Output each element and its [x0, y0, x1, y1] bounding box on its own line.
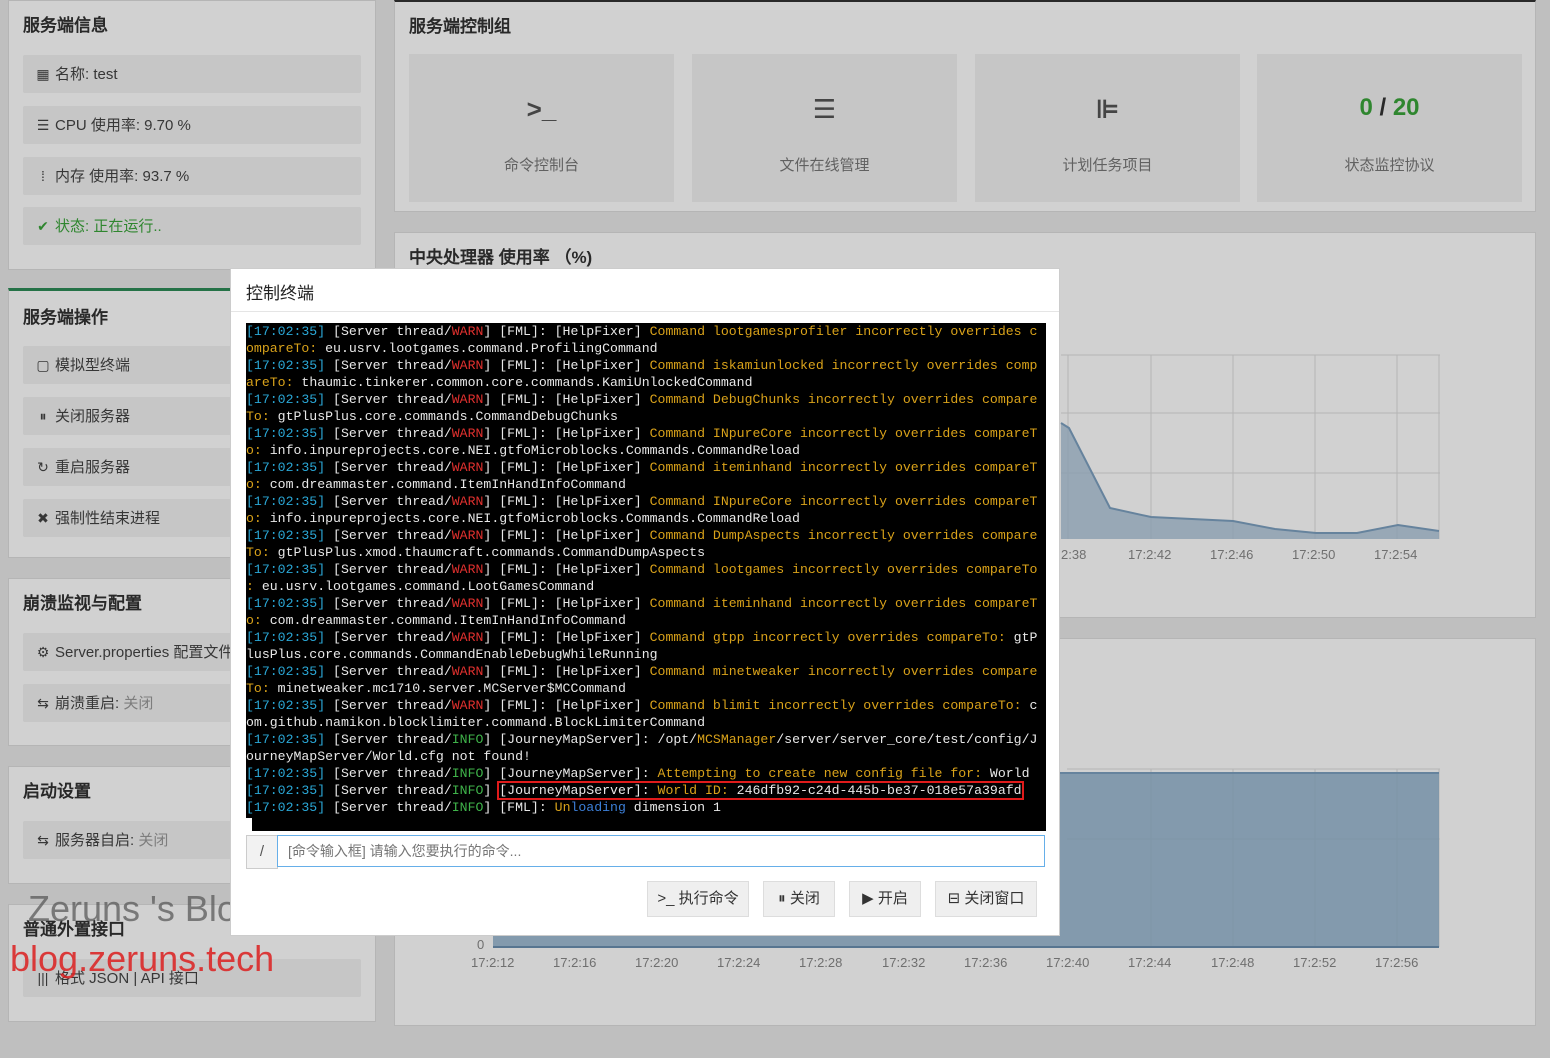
- terminal-line: [17:02:35] [Server thread/WARN] [FML]: […: [246, 664, 1038, 679]
- terminal-line: o: com.dreammaster.command.ItemInHandInf…: [246, 477, 626, 492]
- terminal-line: [17:02:35] [Server thread/WARN] [FML]: […: [246, 528, 1038, 543]
- terminal-line: To: gtPlusPlus.core.commands.CommandDebu…: [246, 409, 618, 424]
- start-button[interactable]: ▶ 开启: [849, 881, 921, 917]
- terminal-line: ourneyMapServer/World.cfg not found!: [246, 749, 531, 764]
- terminal-line: ompareTo: eu.usrv.lootgames.command.Prof…: [246, 341, 658, 356]
- terminal-line: [17:02:35] [Server thread/INFO] [Journey…: [246, 732, 1038, 747]
- watermark-blog-name: Zeruns 's Blog: [28, 888, 257, 929]
- terminal-line: om.github.namikon.blocklimiter.command.B…: [246, 715, 705, 730]
- terminal-line: [17:02:35] [Server thread/WARN] [FML]: […: [246, 426, 1038, 441]
- terminal-modal: 控制终端 [17:02:35] [Server thread/WARN] [FM…: [230, 268, 1060, 936]
- command-row: /: [246, 835, 1046, 869]
- terminal-line: [17:02:35] [Server thread/WARN] [FML]: […: [246, 596, 1038, 611]
- execute-command-button[interactable]: >_ 执行命令: [647, 881, 749, 917]
- terminal-line: o: info.inpureprojects.core.NEI.gtfoMicr…: [246, 443, 800, 458]
- terminal-line: [17:02:35] [Server thread/WARN] [FML]: […: [246, 630, 1038, 645]
- terminal-line: [17:02:35] [Server thread/INFO] [Journey…: [246, 781, 1024, 800]
- modal-divider: [231, 311, 1059, 312]
- terminal-line: [17:02:35] [Server thread/WARN] [FML]: […: [246, 562, 1038, 577]
- terminal-line: [17:02:35] [Server thread/WARN] [FML]: […: [246, 324, 1038, 339]
- terminal-line: [17:02:35] [Server thread/WARN] [FML]: […: [246, 358, 1038, 373]
- terminal-icon: >_: [657, 890, 675, 907]
- terminal-line: o: com.dreammaster.command.ItemInHandInf…: [246, 613, 626, 628]
- pause-icon: ⏸: [778, 890, 786, 907]
- terminal-line: To: minetweaker.mc1710.server.MCServer$M…: [246, 681, 626, 696]
- terminal-line: o: info.inpureprojects.core.NEI.gtfoMicr…: [246, 511, 800, 526]
- modal-title: 控制终端: [246, 284, 314, 303]
- terminal-line: [17:02:35] [Server thread/WARN] [FML]: […: [246, 698, 1038, 713]
- terminal-line: [17:02:35] [Server thread/WARN] [FML]: […: [246, 460, 1038, 475]
- watermark-blog-url: blog.zeruns.tech: [10, 938, 275, 979]
- terminal-line: : eu.usrv.lootgames.command.LootGamesCom…: [246, 579, 595, 594]
- highlighted-world-id: [JourneyMapServer]: World ID: 246dfb92-c…: [497, 781, 1024, 800]
- command-prefix: /: [246, 835, 278, 869]
- terminal-line: [17:02:35] [Server thread/INFO] [Journey…: [246, 766, 1030, 781]
- stop-button[interactable]: ⏸ 关闭: [763, 881, 835, 917]
- window-close-icon: ⊟: [947, 890, 961, 907]
- terminal-cursor: [246, 816, 1046, 831]
- close-window-button[interactable]: ⊟ 关闭窗口: [935, 881, 1037, 917]
- terminal-line: areTo: thaumic.tinkerer.common.core.comm…: [246, 375, 753, 390]
- terminal-line: To: gtPlusPlus.xmod.thaumcraft.commands.…: [246, 545, 706, 560]
- command-input[interactable]: [277, 835, 1045, 867]
- terminal-line: [17:02:35] [Server thread/WARN] [FML]: […: [246, 494, 1038, 509]
- terminal-line: lusPlus.core.commands.CommandEnableDebug…: [246, 647, 658, 662]
- terminal-line: [17:02:35] [Server thread/WARN] [FML]: […: [246, 392, 1038, 407]
- terminal-line: [17:02:35] [Server thread/INFO] [FML]: U…: [246, 800, 721, 815]
- terminal-output[interactable]: [17:02:35] [Server thread/WARN] [FML]: […: [246, 323, 1046, 831]
- play-icon: ▶: [862, 890, 874, 907]
